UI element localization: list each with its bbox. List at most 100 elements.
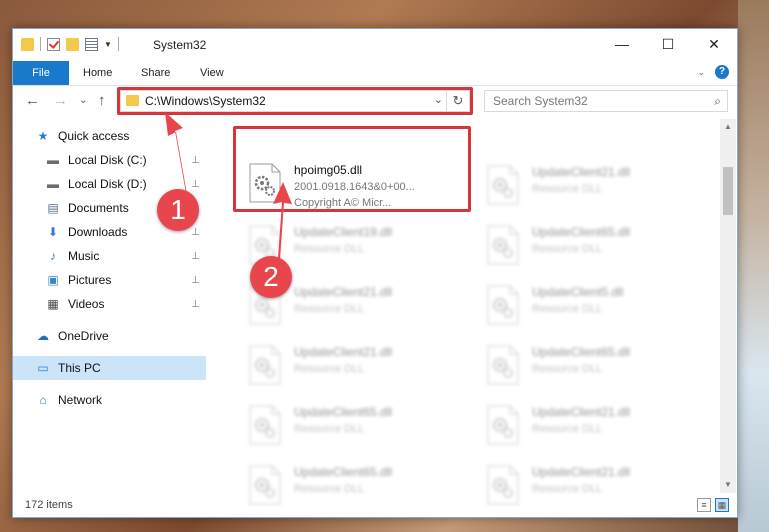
dll-file-icon: [486, 405, 520, 445]
file-detail: Resource DLL: [532, 363, 603, 375]
pin-icon[interactable]: ⊥: [191, 179, 200, 190]
sidebar-item-label: OneDrive: [58, 329, 109, 343]
sidebar-item-label: Downloads: [68, 225, 128, 239]
ribbon: File Home Share View ⌄ ?: [13, 61, 737, 86]
customize-toolbar-chevron-icon[interactable]: ▼: [104, 40, 112, 49]
file-item[interactable]: UpdateClient21.dll Resource DLL: [468, 157, 688, 213]
file-name: UpdateClient65.dll: [532, 225, 631, 239]
tiles-view-icon[interactable]: ▦: [715, 498, 729, 512]
properties-icon[interactable]: [85, 37, 98, 51]
expand-ribbon-chevron-icon[interactable]: ⌄: [697, 67, 705, 78]
tab-view[interactable]: View: [200, 61, 224, 85]
file-name: UpdateClient65.dll: [294, 405, 393, 419]
tab-file[interactable]: File: [13, 61, 69, 85]
file-name: UpdateClient21.dll: [294, 285, 393, 299]
folder-icon: [21, 37, 34, 51]
tab-share[interactable]: Share: [141, 61, 170, 85]
file-detail: Resource DLL: [294, 303, 365, 315]
file-detail: Resource DLL: [532, 303, 603, 315]
new-folder-icon[interactable]: [66, 37, 79, 51]
file-item[interactable]: UpdateClient21.dll Resource DLL: [468, 397, 688, 453]
document-icon: ▤: [47, 201, 59, 215]
sidebar-item-videos[interactable]: ▦ Videos ⊥: [13, 292, 206, 316]
tab-home[interactable]: Home: [83, 61, 112, 85]
sidebar-item-label: Local Disk (D:): [68, 177, 147, 191]
sidebar-item-label: This PC: [58, 361, 101, 375]
file-name: UpdateClient65.dll: [532, 345, 631, 359]
computer-icon: ▭: [37, 361, 49, 375]
drive-icon: ▬: [47, 153, 59, 167]
step-badge-1: 1: [157, 189, 199, 231]
sidebar-item-label: Quick access: [58, 129, 130, 143]
sidebar-item-this-pc[interactable]: ▭ This PC: [13, 356, 206, 380]
help-icon[interactable]: ?: [715, 65, 729, 79]
pin-icon[interactable]: ⊥: [191, 275, 200, 286]
forward-arrow-icon[interactable]: →: [53, 92, 68, 109]
sidebar-item-label: Network: [58, 393, 103, 407]
video-icon: ▦: [47, 297, 59, 311]
file-item[interactable]: UpdateClient21.dll Resource DLL: [230, 337, 450, 393]
sidebar-item-label: Local Disk (C:): [68, 153, 147, 167]
sidebar-item-local-disk-c[interactable]: ▬ Local Disk (C:) ⊥: [13, 148, 206, 172]
details-view-icon[interactable]: ≡: [697, 498, 711, 512]
dll-file-icon: [486, 165, 520, 205]
music-icon: ♪: [50, 249, 56, 263]
file-item[interactable]: UpdateClient65.dll Resource DLL: [468, 217, 688, 273]
scroll-down-icon[interactable]: ▼: [720, 477, 736, 493]
toolbar-separator: [117, 37, 119, 51]
file-highlight: [233, 126, 471, 212]
status-bar: 172 items ≡ ▦: [13, 495, 737, 517]
scrollbar-thumb[interactable]: [723, 167, 733, 215]
file-item[interactable]: UpdateClient65.dll Resource DLL: [468, 337, 688, 393]
file-detail: Resource DLL: [294, 243, 365, 255]
dll-file-icon: [248, 345, 282, 385]
window-title: System32: [153, 38, 207, 52]
navigation-pane: ★ Quick access ▬ Local Disk (C:) ⊥ ▬ Local Dis…: [13, 124, 206, 494]
file-detail: Resource DLL: [532, 243, 603, 255]
file-item[interactable]: UpdateClient65.dll Resource DLL: [230, 397, 450, 453]
star-icon: ★: [37, 129, 49, 143]
minimize-button[interactable]: —: [599, 29, 645, 59]
properties-check-icon[interactable]: [47, 37, 60, 51]
sidebar-item-quick-access[interactable]: ★ Quick access: [13, 124, 206, 148]
view-buttons: ≡ ▦: [697, 498, 729, 512]
sidebar-item-network[interactable]: ⌂ Network: [13, 388, 206, 412]
file-detail: Resource DLL: [532, 183, 603, 195]
file-detail: Resource DLL: [294, 483, 365, 495]
file-detail: Resource DLL: [532, 423, 603, 435]
dll-file-icon: [486, 345, 520, 385]
file-name: UpdateClient21.dll: [532, 165, 631, 179]
search-icon[interactable]: ⌕: [714, 94, 721, 109]
pin-icon[interactable]: ⊥: [191, 155, 200, 166]
file-detail: Resource DLL: [294, 363, 365, 375]
sidebar-item-label: Pictures: [68, 273, 112, 287]
file-item[interactable]: UpdateClient5.dll Resource DLL: [468, 277, 688, 333]
network-icon: ⌂: [39, 393, 47, 407]
ribbon-right-controls: ⌄ ?: [697, 65, 729, 79]
close-button[interactable]: ✕: [691, 29, 737, 59]
item-count: 172 items: [25, 499, 73, 511]
file-detail: Resource DLL: [294, 423, 365, 435]
file-detail: Resource DLL: [532, 483, 603, 495]
sidebar-item-music[interactable]: ♪ Music ⊥: [13, 244, 206, 268]
recent-locations-chevron-icon[interactable]: ⌄: [79, 95, 87, 106]
pin-icon[interactable]: ⊥: [191, 251, 200, 262]
pictures-icon: ▣: [47, 273, 59, 287]
up-arrow-icon[interactable]: ↑: [98, 92, 106, 109]
sidebar-item-pictures[interactable]: ▣ Pictures ⊥: [13, 268, 206, 292]
title-bar: ▼ System32 — ☐ ✕: [13, 29, 737, 61]
navigation-bar: ← → ⌄ ↑ C:\Windows\System32 ⌄ ↻ Search S…: [13, 86, 737, 118]
sidebar-item-onedrive[interactable]: ☁ OneDrive: [13, 324, 206, 348]
search-placeholder: Search System32: [493, 94, 588, 108]
search-input[interactable]: Search System32 ⌕: [484, 90, 728, 112]
sidebar-item-label: Music: [68, 249, 100, 263]
vertical-scrollbar[interactable]: ▲ ▼: [720, 119, 736, 493]
pin-icon[interactable]: ⊥: [191, 299, 200, 310]
dll-file-icon: [486, 225, 520, 265]
file-name: UpdateClient21.dll: [532, 405, 631, 419]
sidebar-item-label: Videos: [68, 297, 105, 311]
pin-icon[interactable]: ⊥: [191, 227, 200, 238]
scroll-up-icon[interactable]: ▲: [720, 119, 736, 135]
back-arrow-icon[interactable]: ←: [25, 92, 40, 109]
maximize-button[interactable]: ☐: [645, 29, 691, 59]
